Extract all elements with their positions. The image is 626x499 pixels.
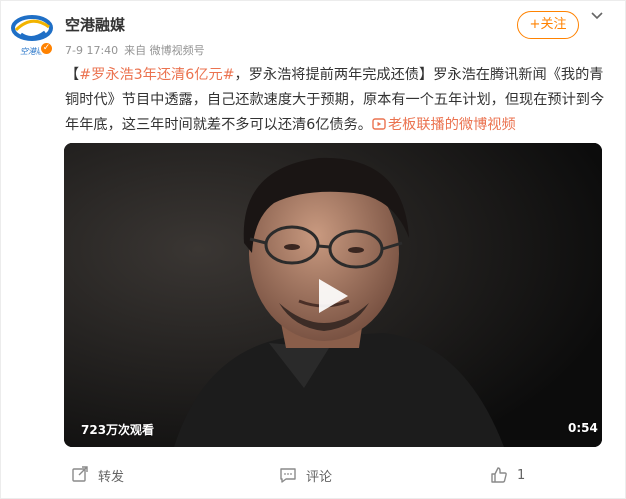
comment-label: 评论 bbox=[306, 469, 333, 485]
post-meta: 7-9 17:40 来自 微博视频号 bbox=[65, 42, 211, 58]
hashtag-link[interactable]: #罗永浩3年还清6亿元# bbox=[79, 67, 234, 83]
post-source: 来自 微博视频号 bbox=[124, 44, 205, 57]
video-duration: 0:54 bbox=[568, 421, 598, 435]
comment-button[interactable]: 评论 bbox=[279, 465, 332, 485]
bracket-open: 【 bbox=[65, 67, 80, 83]
follow-button[interactable]: +关注 bbox=[517, 11, 579, 39]
comment-icon bbox=[280, 468, 296, 483]
repost-icon bbox=[72, 466, 88, 482]
post-text: 【#罗永浩3年还清6亿元#，罗永浩将提前两年完成还债】罗永浩在腾讯新闻《我的青铜… bbox=[65, 63, 605, 138]
video-player[interactable] bbox=[64, 143, 602, 447]
repost-button[interactable]: 转发 bbox=[71, 465, 124, 485]
play-icon[interactable] bbox=[316, 277, 350, 315]
thumbs-up-icon bbox=[491, 467, 507, 483]
like-count: 1 bbox=[517, 467, 526, 483]
video-link-text: 老板联播的微博视频 bbox=[387, 117, 516, 133]
video-link-icon bbox=[372, 118, 386, 130]
author-name[interactable]: 空港融媒 bbox=[65, 14, 125, 35]
action-bar: 转发 评论 1 bbox=[1, 459, 626, 489]
post-headline: ，罗永浩将提前两年完成还债】 bbox=[234, 67, 434, 83]
post-time[interactable]: 7-9 17:40 bbox=[65, 44, 118, 57]
repost-label: 转发 bbox=[98, 469, 125, 485]
chevron-down-icon[interactable] bbox=[589, 7, 605, 23]
follow-label: +关注 bbox=[529, 17, 567, 32]
weibo-post-card: 空港融 ✓ 空港融媒 7-9 17:40 来自 微博视频号 +关注 【#罗永浩3年… bbox=[0, 0, 626, 499]
verified-badge-icon: ✓ bbox=[39, 41, 54, 56]
view-count: 723万次观看 bbox=[81, 423, 155, 437]
video-source-link[interactable]: 老板联播的微博视频 bbox=[372, 117, 516, 133]
like-button[interactable]: 1 bbox=[490, 465, 525, 485]
